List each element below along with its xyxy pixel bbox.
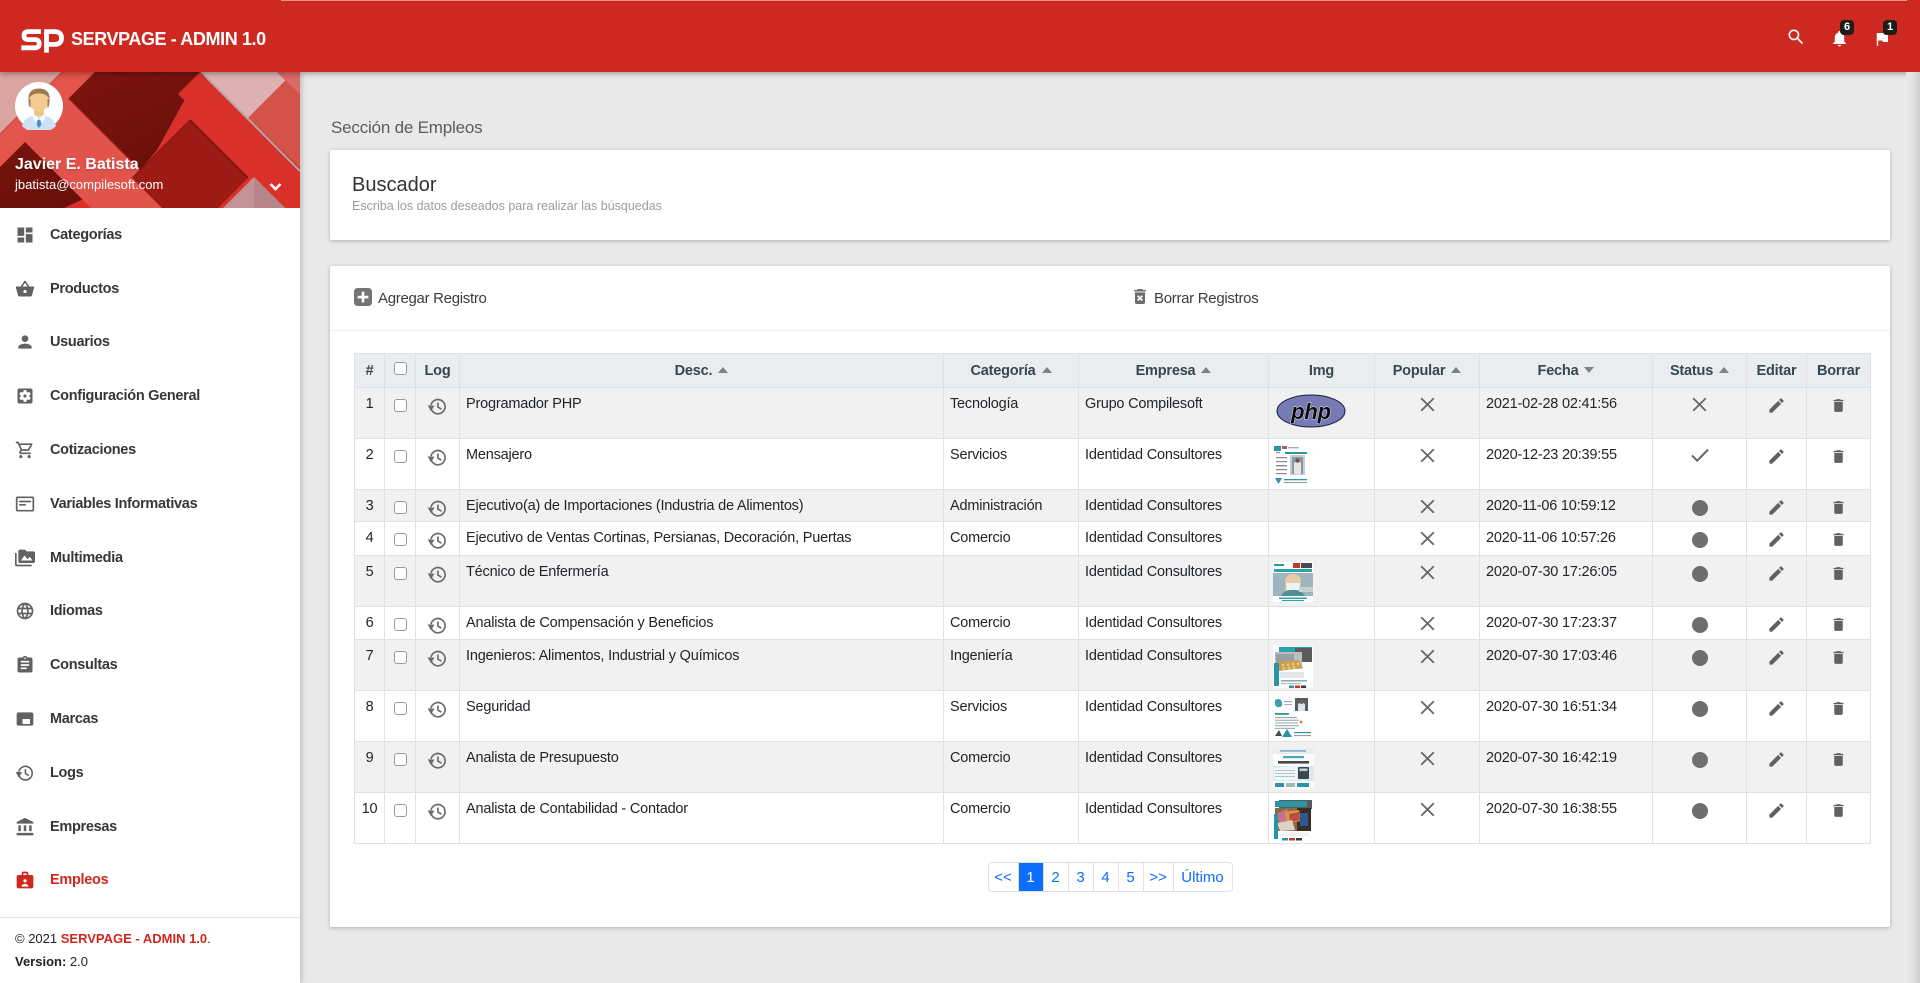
svg-text:php: php bbox=[1290, 399, 1331, 424]
